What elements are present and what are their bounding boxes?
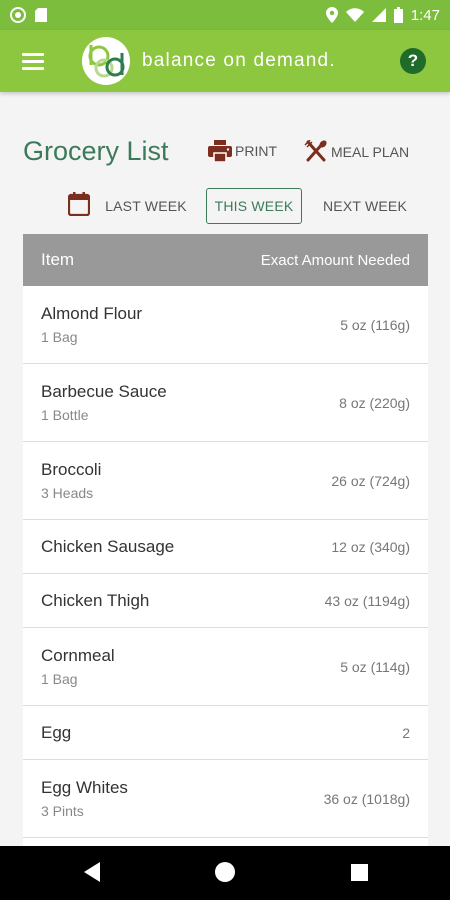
table-row[interactable]: Almond Flour 1 Bag 5 oz (116g) — [23, 286, 428, 364]
item-name: Egg — [41, 722, 72, 742]
this-week-tab[interactable]: THIS WEEK — [206, 188, 302, 224]
week-selector: LAST WEEK THIS WEEK NEXT WEEK — [0, 186, 450, 228]
print-label: PRINT — [235, 143, 277, 159]
item-unit: 1 Bottle — [41, 407, 89, 423]
sd-card-icon — [35, 8, 47, 22]
brand-name: balance on demand. — [142, 50, 336, 71]
grocery-table: Item Exact Amount Needed Almond Flour 1 … — [23, 234, 428, 900]
table-row[interactable]: Cornmeal 1 Bag 5 oz (114g) — [23, 628, 428, 706]
record-icon — [10, 7, 26, 23]
item-name: Cornmeal — [41, 646, 115, 665]
column-amount: Exact Amount Needed — [260, 251, 410, 269]
menu-icon[interactable] — [14, 43, 50, 79]
item-amount: 12 oz (340g) — [331, 538, 410, 555]
item-amount: 43 oz (1194g) — [324, 592, 410, 609]
status-time: 1:47 — [410, 6, 440, 24]
item-amount: 26 oz (724g) — [331, 472, 410, 489]
recents-icon[interactable] — [351, 864, 368, 881]
item-amount: 8 oz (220g) — [339, 394, 410, 411]
system-nav-bar — [0, 846, 450, 900]
battery-icon — [393, 7, 403, 23]
item-amount: 2 — [402, 724, 410, 741]
table-header: Item Exact Amount Needed — [23, 234, 428, 286]
help-icon[interactable]: ? — [400, 48, 426, 74]
next-week-tab[interactable]: NEXT WEEK — [318, 188, 412, 224]
table-row[interactable]: Egg 2 — [23, 706, 428, 760]
table-row[interactable]: Chicken Sausage 12 oz (340g) — [23, 520, 428, 574]
table-row[interactable]: Egg Whites 3 Pints 36 oz (1018g) — [23, 760, 428, 838]
calendar-icon[interactable] — [68, 192, 90, 216]
item-name: Chicken Thigh — [41, 590, 150, 610]
page-header: Grocery List PRINT MEAL PLAN — [0, 128, 450, 178]
item-amount: 5 oz (116g) — [340, 316, 410, 333]
signal-icon — [371, 8, 386, 22]
item-name: Almond Flour — [41, 304, 143, 323]
item-name: Chicken Sausage — [41, 536, 175, 556]
fork-knife-icon — [304, 140, 327, 162]
item-amount: 5 oz (114g) — [340, 658, 410, 675]
home-icon[interactable] — [215, 862, 235, 882]
item-unit: 3 Heads — [41, 485, 94, 501]
table-row[interactable]: Chicken Thigh 43 oz (1194g) — [23, 574, 428, 628]
last-week-tab[interactable]: LAST WEEK — [100, 188, 192, 224]
item-unit: 1 Bag — [41, 671, 78, 687]
bod-logo-icon — [88, 45, 125, 78]
column-item: Item — [41, 250, 75, 269]
meal-plan-button[interactable]: MEAL PLAN — [304, 140, 409, 164]
meal-plan-label: MEAL PLAN — [331, 144, 410, 160]
item-unit: 1 Bag — [41, 329, 78, 345]
wifi-icon — [345, 8, 364, 22]
brand-logo — [82, 37, 130, 85]
app-bar: balance on demand. ? — [0, 30, 450, 92]
item-name: Barbecue Sauce — [41, 382, 167, 401]
page-title: Grocery List — [23, 136, 169, 166]
printer-icon — [208, 140, 232, 162]
table-row[interactable]: Broccoli 3 Heads 26 oz (724g) — [23, 442, 428, 520]
status-bar: 1:47 — [0, 0, 450, 30]
table-row[interactable]: Barbecue Sauce 1 Bottle 8 oz (220g) — [23, 364, 428, 442]
item-unit: 3 Pints — [41, 803, 84, 819]
back-icon[interactable] — [84, 862, 100, 882]
print-button[interactable]: PRINT — [208, 140, 277, 162]
item-amount: 36 oz (1018g) — [323, 790, 410, 807]
location-icon — [325, 7, 338, 23]
item-name: Broccoli — [41, 460, 102, 479]
item-name: Egg Whites — [41, 778, 128, 797]
